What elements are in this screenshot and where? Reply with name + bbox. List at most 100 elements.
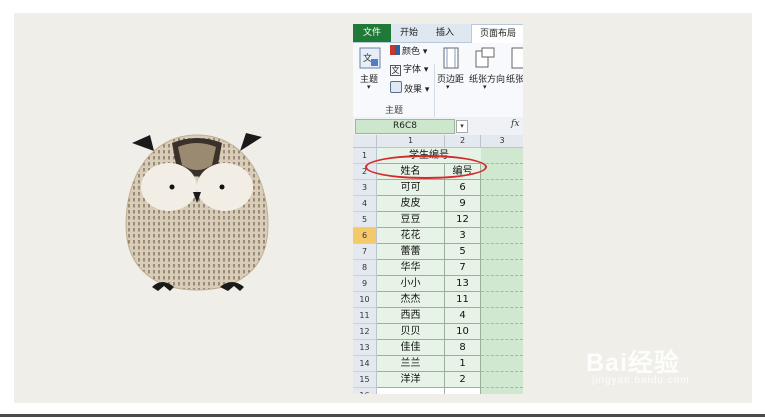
name-cell[interactable]: 蕾蕾 (377, 244, 445, 260)
table-row: 14 兰兰 1 (353, 356, 523, 372)
id-cell[interactable]: 13 (445, 276, 481, 292)
table-row: 13 佳佳 8 (353, 340, 523, 356)
id-cell[interactable]: 11 (445, 292, 481, 308)
size-icon[interactable] (511, 47, 523, 69)
cell[interactable] (481, 260, 523, 276)
name-cell[interactable]: 皮皮 (377, 196, 445, 212)
svg-text:文: 文 (363, 52, 372, 64)
row-header[interactable]: 9 (353, 276, 377, 292)
highlight-circle (365, 155, 487, 179)
id-cell[interactable]: 1 (445, 356, 481, 372)
margins-icon[interactable] (443, 47, 459, 69)
name-cell[interactable]: 小小 (377, 276, 445, 292)
id-cell[interactable]: 9 (445, 196, 481, 212)
name-cell[interactable]: 洋洋 (377, 372, 445, 388)
id-cell[interactable]: 5 (445, 244, 481, 260)
effects-button[interactable]: 效果 ▾ (390, 81, 429, 95)
row-header[interactable]: 12 (353, 324, 377, 340)
select-all-corner[interactable] (353, 135, 377, 148)
name-cell[interactable]: 华华 (377, 260, 445, 276)
themes-icon[interactable]: 文 (359, 47, 381, 69)
name-cell[interactable]: 杰杰 (377, 292, 445, 308)
id-cell[interactable]: 2 (445, 372, 481, 388)
size-label[interactable]: 纸张 (506, 72, 523, 85)
tab-file[interactable]: 文件 (353, 24, 391, 42)
table-row: 9 小小 13 (353, 276, 523, 292)
fonts-label: 字体 (403, 65, 422, 75)
baidu-jingyan-watermark: Bai经验 jingyan.baidu.com (586, 343, 726, 389)
row-header[interactable]: 11 (353, 308, 377, 324)
cell[interactable] (481, 388, 523, 394)
cell[interactable] (481, 244, 523, 260)
column-header-1[interactable]: 1 (377, 135, 445, 148)
row-header[interactable]: 7 (353, 244, 377, 260)
table-row: 3 可可 6 (353, 180, 523, 196)
id-cell[interactable]: 3 (445, 228, 481, 244)
cell[interactable] (481, 148, 523, 164)
name-cell[interactable]: 贝贝 (377, 324, 445, 340)
name-cell[interactable]: 花花 (377, 228, 445, 244)
id-cell[interactable]: 10 (445, 324, 481, 340)
row-header[interactable]: 8 (353, 260, 377, 276)
table-row: 6 花花 3 (353, 228, 523, 244)
row-header[interactable]: 14 (353, 356, 377, 372)
name-cell[interactable]: 豆豆 (377, 212, 445, 228)
cell[interactable] (481, 212, 523, 228)
excel-window: 文件 开始 插入 页面布局 文 主题 ▾ 颜色 ▾ 文字体 ▾ 效果 ▾ 页边距 (353, 24, 523, 394)
fx-icon[interactable]: fx (511, 119, 519, 129)
id-cell[interactable]: 7 (445, 260, 481, 276)
name-cell[interactable]: 可可 (377, 180, 445, 196)
colors-button[interactable]: 颜色 ▾ (390, 45, 427, 59)
ribbon-body: 文 主题 ▾ 颜色 ▾ 文字体 ▾ 效果 ▾ 页边距 纸张方向 纸张 ▾ ▾ 主… (353, 43, 523, 132)
cell[interactable] (481, 276, 523, 292)
cell[interactable] (377, 388, 445, 394)
row-header[interactable]: 3 (353, 180, 377, 196)
id-cell[interactable]: 6 (445, 180, 481, 196)
cell[interactable] (481, 308, 523, 324)
tab-home[interactable]: 开始 (393, 24, 425, 42)
ribbon-tab-bar: 文件 开始 插入 页面布局 (353, 24, 523, 43)
id-cell[interactable]: 8 (445, 340, 481, 356)
margins-dropdown-icon[interactable]: ▾ (446, 83, 450, 91)
cell[interactable] (481, 292, 523, 308)
orientation-label[interactable]: 纸张方向 (469, 72, 505, 85)
name-cell[interactable]: 佳佳 (377, 340, 445, 356)
colors-label: 颜色 (402, 47, 421, 57)
row-header[interactable]: 4 (353, 196, 377, 212)
themes-dropdown-icon[interactable]: ▾ (367, 83, 371, 91)
margins-label[interactable]: 页边距 (437, 72, 464, 85)
cell[interactable] (481, 164, 523, 180)
cell[interactable] (481, 340, 523, 356)
fonts-button[interactable]: 文字体 ▾ (390, 63, 428, 77)
name-box-dropdown-icon[interactable]: ▾ (456, 120, 468, 133)
cell[interactable] (445, 388, 481, 394)
table-row: 10 杰杰 11 (353, 292, 523, 308)
table-row: 7 蕾蕾 5 (353, 244, 523, 260)
cell[interactable] (481, 196, 523, 212)
table-row: 11 西西 4 (353, 308, 523, 324)
cell[interactable] (481, 180, 523, 196)
orientation-icon[interactable] (475, 47, 495, 69)
orientation-dropdown-icon[interactable]: ▾ (483, 83, 487, 91)
row-header[interactable]: 10 (353, 292, 377, 308)
cell[interactable] (481, 324, 523, 340)
cell[interactable] (481, 356, 523, 372)
tab-insert[interactable]: 插入 (427, 24, 463, 42)
id-cell[interactable]: 12 (445, 212, 481, 228)
row-header[interactable]: 5 (353, 212, 377, 228)
cell[interactable] (481, 372, 523, 388)
id-cell[interactable]: 4 (445, 308, 481, 324)
row-header[interactable]: 15 (353, 372, 377, 388)
column-header-2[interactable]: 2 (445, 135, 481, 148)
row-header[interactable]: 13 (353, 340, 377, 356)
cell[interactable] (481, 228, 523, 244)
name-cell[interactable]: 西西 (377, 308, 445, 324)
row-header[interactable]: 6 (353, 228, 377, 244)
effects-label: 效果 (404, 85, 423, 95)
name-cell[interactable]: 兰兰 (377, 356, 445, 372)
table-row: 16 (353, 388, 523, 394)
row-header[interactable]: 16 (353, 388, 377, 394)
tab-page-layout[interactable]: 页面布局 (471, 24, 523, 43)
column-header-3[interactable]: 3 (481, 135, 523, 148)
name-box[interactable]: R6C8 (355, 119, 455, 134)
